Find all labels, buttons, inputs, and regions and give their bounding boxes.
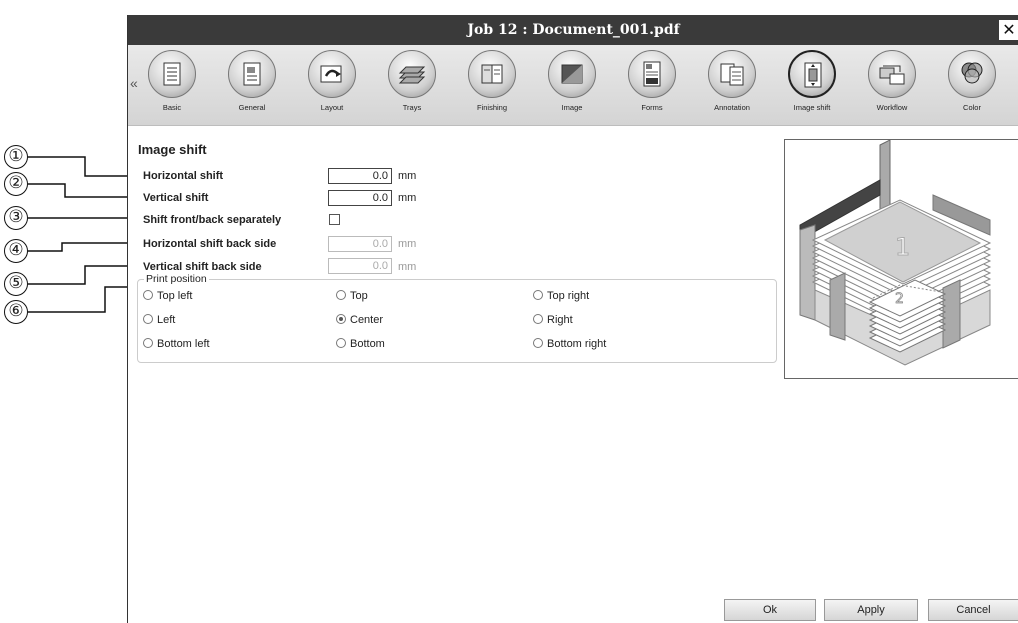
radio-button[interactable] bbox=[533, 338, 543, 348]
workflow-icon bbox=[868, 50, 916, 98]
vertical-back-label: Vertical shift back side bbox=[143, 261, 262, 273]
close-icon[interactable]: ✕ bbox=[999, 20, 1018, 40]
radio-label: Top bbox=[350, 290, 368, 302]
window-titlebar: Job 12 : Document_001.pdf ✕ bbox=[128, 15, 1018, 45]
tab-forms[interactable]: Forms bbox=[614, 50, 690, 122]
basic-icon bbox=[148, 50, 196, 98]
finishing-icon bbox=[468, 50, 516, 98]
image-shift-icon bbox=[788, 50, 836, 98]
radio-button[interactable] bbox=[143, 290, 153, 300]
horizontal-shift-unit: mm bbox=[398, 170, 417, 182]
radio-top-left[interactable]: Top left bbox=[143, 290, 192, 302]
forms-icon bbox=[628, 50, 676, 98]
radio-button[interactable] bbox=[143, 314, 153, 324]
image-icon bbox=[548, 50, 596, 98]
tab-label: Color bbox=[963, 103, 981, 112]
front-page-number: 1 bbox=[895, 233, 910, 261]
vertical-shift-input[interactable]: 0.0 bbox=[328, 190, 392, 206]
tab-trays[interactable]: Trays bbox=[374, 50, 450, 122]
tab-label: Image bbox=[561, 103, 583, 112]
callout-6: ⑥ bbox=[4, 300, 28, 324]
radio-button[interactable] bbox=[533, 290, 543, 300]
radio-button-selected[interactable] bbox=[336, 314, 346, 324]
radio-label: Left bbox=[157, 314, 176, 326]
vertical-back-unit: mm bbox=[398, 261, 417, 273]
cancel-button[interactable]: Cancel bbox=[928, 599, 1018, 621]
shift-separately-checkbox[interactable] bbox=[329, 214, 340, 225]
tab-label: Trays bbox=[402, 103, 422, 112]
color-icon bbox=[948, 50, 996, 98]
job-properties-window: Job 12 : Document_001.pdf ✕ « Basic Gene… bbox=[127, 15, 1018, 623]
horizontal-back-input[interactable]: 0.0 bbox=[328, 236, 392, 252]
radio-top-right[interactable]: Top right bbox=[533, 290, 589, 302]
paper-stack-illustration: 1 2 bbox=[799, 139, 992, 366]
radio-label: Bottom left bbox=[157, 338, 210, 350]
window-title: Job 12 : Document_001.pdf bbox=[467, 22, 680, 38]
shift-separately-label: Shift front/back separately bbox=[143, 214, 282, 226]
radio-label: Top right bbox=[547, 290, 590, 302]
radio-bottom[interactable]: Bottom bbox=[336, 338, 385, 350]
ok-button[interactable]: Ok bbox=[724, 599, 816, 621]
tab-image-shift[interactable]: Image shift bbox=[774, 50, 850, 122]
radio-label: Center bbox=[350, 314, 384, 326]
radio-right[interactable]: Right bbox=[533, 314, 573, 326]
radio-bottom-right[interactable]: Bottom right bbox=[533, 338, 606, 350]
tab-basic[interactable]: Basic bbox=[134, 50, 210, 122]
tab-label: Layout bbox=[320, 103, 344, 112]
trays-icon bbox=[388, 50, 436, 98]
horizontal-back-unit: mm bbox=[398, 238, 417, 250]
tab-workflow[interactable]: Workflow bbox=[854, 50, 930, 122]
image-shift-preview: 1 2 bbox=[784, 139, 1018, 379]
print-position-legend: Print position bbox=[144, 273, 209, 285]
horizontal-back-label: Horizontal shift back side bbox=[143, 238, 277, 250]
tab-color[interactable]: Color bbox=[934, 50, 1010, 122]
tab-finishing[interactable]: Finishing bbox=[454, 50, 530, 122]
tab-label: Annotation bbox=[714, 103, 750, 112]
tab-annotation[interactable]: Annotation bbox=[694, 50, 770, 122]
tab-label: Basic bbox=[162, 103, 182, 112]
callout-2: ② bbox=[4, 172, 28, 196]
radio-button[interactable] bbox=[533, 314, 543, 324]
layout-icon bbox=[308, 50, 356, 98]
tab-label: General bbox=[238, 103, 266, 112]
print-position-group: Print position Top left Top Top right Le… bbox=[137, 273, 777, 363]
callout-5: ⑤ bbox=[4, 272, 28, 296]
radio-label: Bottom right bbox=[547, 338, 607, 350]
category-toolbar: « Basic General Layout Trays Finishing I… bbox=[128, 45, 1018, 126]
vertical-back-input[interactable]: 0.0 bbox=[328, 258, 392, 274]
tab-label: Forms bbox=[641, 103, 663, 112]
back-page-number: 2 bbox=[895, 291, 904, 307]
radio-label: Bottom bbox=[350, 338, 385, 350]
radio-bottom-left[interactable]: Bottom left bbox=[143, 338, 210, 350]
vertical-shift-unit: mm bbox=[398, 192, 417, 204]
callout-3: ③ bbox=[4, 206, 28, 230]
vertical-shift-label: Vertical shift bbox=[143, 192, 209, 204]
tab-label: Workflow bbox=[876, 103, 908, 112]
radio-left[interactable]: Left bbox=[143, 314, 175, 326]
tab-image[interactable]: Image bbox=[534, 50, 610, 122]
annotation-icon bbox=[708, 50, 756, 98]
radio-center[interactable]: Center bbox=[336, 314, 383, 326]
horizontal-shift-input[interactable]: 0.0 bbox=[328, 168, 392, 184]
callout-1: ① bbox=[4, 145, 28, 169]
tab-layout[interactable]: Layout bbox=[294, 50, 370, 122]
section-title: Image shift bbox=[138, 142, 207, 157]
tab-label: Finishing bbox=[476, 103, 507, 112]
general-icon bbox=[228, 50, 276, 98]
apply-button[interactable]: Apply bbox=[824, 599, 918, 621]
radio-label: Top left bbox=[157, 290, 193, 302]
radio-button[interactable] bbox=[143, 338, 153, 348]
radio-top[interactable]: Top bbox=[336, 290, 368, 302]
radio-button[interactable] bbox=[336, 290, 346, 300]
callout-4: ④ bbox=[4, 239, 28, 263]
radio-label: Right bbox=[547, 314, 573, 326]
horizontal-shift-label: Horizontal shift bbox=[143, 170, 224, 182]
tab-label: Image shift bbox=[793, 103, 831, 112]
image-shift-panel: Image shift Horizontal shift 0.0 mm Vert… bbox=[128, 126, 1018, 623]
tab-general[interactable]: General bbox=[214, 50, 290, 122]
radio-button[interactable] bbox=[336, 338, 346, 348]
